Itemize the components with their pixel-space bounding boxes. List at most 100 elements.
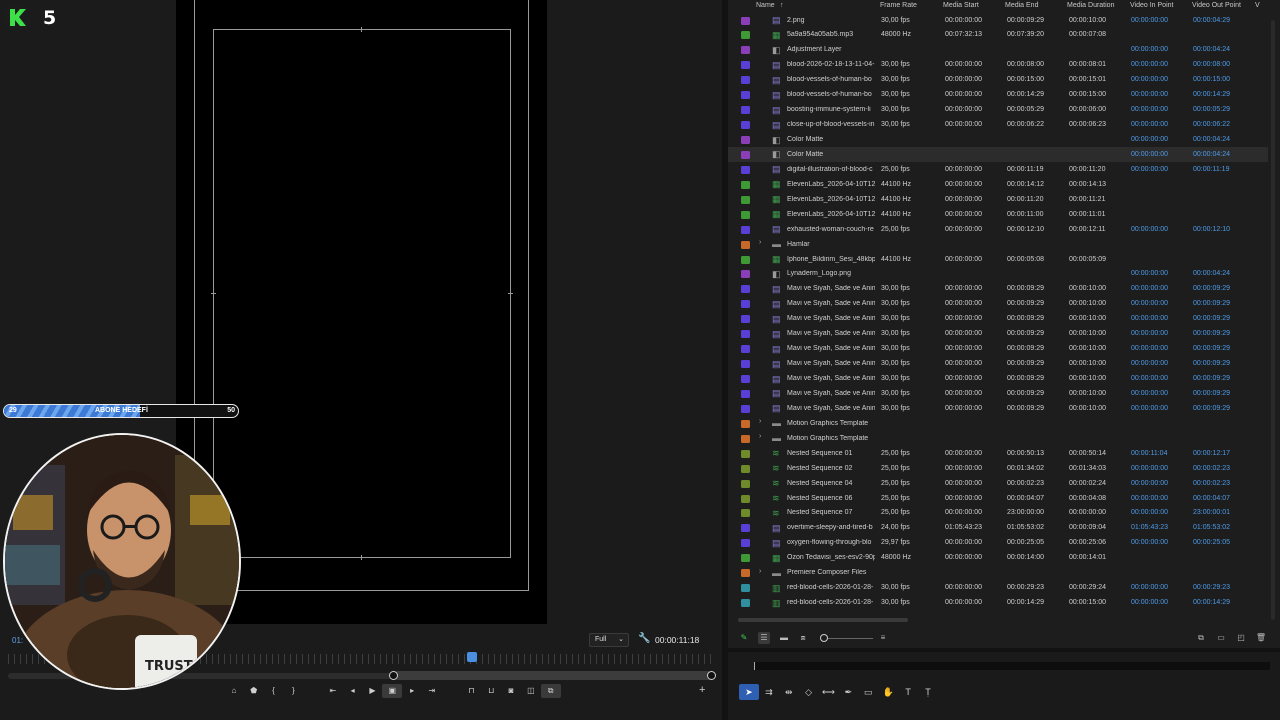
trash-icon[interactable]: 🗑 bbox=[1255, 632, 1267, 644]
label-color-swatch[interactable] bbox=[741, 554, 750, 563]
captions-icon[interactable]: Ṭ bbox=[918, 684, 938, 700]
mark-out-icon[interactable]: } bbox=[283, 684, 303, 698]
item-name[interactable]: Mavi ve Siyah, Sade ve Anim bbox=[787, 300, 875, 307]
item-name[interactable]: Nested Sequence 01 bbox=[787, 450, 875, 457]
compare-icon[interactable]: ◫ bbox=[521, 684, 541, 698]
col-media-start[interactable]: Media Start bbox=[943, 2, 979, 9]
safe-margins-icon[interactable]: ▣ bbox=[382, 684, 403, 698]
label-color-swatch[interactable] bbox=[741, 419, 750, 428]
item-name[interactable]: blood-2026-02-18-13-11-04- bbox=[787, 61, 875, 68]
track-select-icon[interactable]: ⇉ bbox=[759, 684, 779, 700]
project-row[interactable]: ◧ Color Matte 00:00:00:00 00:00:04:24 bbox=[728, 147, 1268, 163]
item-name[interactable]: Hamlar bbox=[787, 241, 875, 248]
label-color-swatch[interactable] bbox=[741, 509, 750, 518]
scrollbar-handle-right[interactable] bbox=[707, 671, 716, 680]
playhead-timecode[interactable]: 01: bbox=[12, 636, 23, 645]
label-color-swatch[interactable] bbox=[741, 121, 750, 130]
go-to-in-icon[interactable]: ⇤ bbox=[323, 684, 343, 698]
zoom-scrollbar-thumb[interactable] bbox=[393, 671, 713, 680]
label-color-swatch[interactable] bbox=[741, 150, 750, 159]
label-color-swatch[interactable] bbox=[741, 449, 750, 458]
label-color-swatch[interactable] bbox=[741, 285, 750, 294]
item-name[interactable]: Mavi ve Siyah, Sade ve Anim bbox=[787, 390, 875, 397]
timeline-playhead[interactable] bbox=[754, 662, 755, 670]
label-color-swatch[interactable] bbox=[741, 300, 750, 309]
item-name[interactable]: Mavi ve Siyah, Sade ve Anim bbox=[787, 360, 875, 367]
timeline-track[interactable] bbox=[754, 662, 1270, 670]
item-name[interactable]: Adjustment Layer bbox=[787, 46, 875, 53]
vertical-scrollbar[interactable] bbox=[1271, 20, 1275, 620]
item-name[interactable]: blood-vessels-of-human-bo bbox=[787, 76, 875, 83]
col-media-duration[interactable]: Media Duration bbox=[1067, 2, 1114, 9]
project-row[interactable]: ▦ Iphone_Bildirim_Sesi_48kbp 44100 Hz 00:00… bbox=[728, 252, 1268, 267]
item-name[interactable]: Iphone_Bildirim_Sesi_48kbp bbox=[787, 256, 875, 263]
project-row[interactable]: ◧ Color Matte 00:00:00:00 00:00:04:24 bbox=[728, 133, 1268, 148]
project-row[interactable]: ▦ ElevenLabs_2026-04-10T12 44100 Hz 00:00:0… bbox=[728, 192, 1268, 207]
label-color-swatch[interactable] bbox=[741, 315, 750, 324]
item-name[interactable]: 5a9a954a05ab5.mp3 bbox=[787, 31, 875, 38]
item-name[interactable]: Color Matte bbox=[787, 151, 875, 158]
label-color-swatch[interactable] bbox=[741, 106, 750, 115]
item-name[interactable]: Mavi ve Siyah, Sade ve Anim bbox=[787, 345, 875, 352]
chevron-right-icon[interactable]: › bbox=[759, 433, 761, 440]
project-row[interactable]: ◧ Adjustment Layer 00:00:00:00 00:00:04:24 bbox=[728, 43, 1268, 58]
label-color-swatch[interactable] bbox=[741, 180, 750, 189]
item-name[interactable]: Mavi ve Siyah, Sade ve Anim bbox=[787, 330, 875, 337]
sort-arrow-icon[interactable]: ↑ bbox=[780, 2, 784, 9]
label-color-swatch[interactable] bbox=[741, 61, 750, 70]
project-row[interactable]: › ▬ Motion Graphics Template bbox=[728, 416, 1268, 431]
item-name[interactable]: close-up-of-blood-vessels-in bbox=[787, 121, 875, 128]
item-name[interactable]: ElevenLabs_2026-04-10T12 bbox=[787, 196, 875, 203]
project-row[interactable]: ▤ Mavi ve Siyah, Sade ve Anim 30,00 fps 00:… bbox=[728, 372, 1268, 387]
zoom-level-select[interactable]: Full ⌄ bbox=[589, 633, 629, 647]
icon-view-icon[interactable]: ▬ bbox=[778, 632, 790, 644]
label-color-swatch[interactable] bbox=[741, 210, 750, 219]
item-name[interactable]: ElevenLabs_2026-04-10T12 bbox=[787, 211, 875, 218]
label-color-swatch[interactable] bbox=[741, 76, 750, 85]
type-icon[interactable]: T bbox=[898, 684, 918, 700]
new-bin-icon[interactable]: ▭ bbox=[1215, 632, 1227, 644]
project-row[interactable]: ▤ exhausted-woman-couch-re 25,00 fps 00:00:… bbox=[728, 222, 1268, 237]
item-name[interactable]: Color Matte bbox=[787, 136, 875, 143]
label-color-swatch[interactable] bbox=[741, 494, 750, 503]
item-name[interactable]: Premiere Composer Files bbox=[787, 569, 875, 576]
chevron-right-icon[interactable]: › bbox=[759, 568, 761, 575]
project-row[interactable]: ▤ Mavi ve Siyah, Sade ve Anim 30,00 fps 00:… bbox=[728, 312, 1268, 327]
item-name[interactable]: 2.png bbox=[787, 17, 875, 24]
item-name[interactable]: Nested Sequence 06 bbox=[787, 495, 875, 502]
project-row[interactable]: ▤ overtime-sleepy-and-tired-b 24,00 fps 01:… bbox=[728, 521, 1268, 536]
project-row[interactable]: › ▬ Hamlar bbox=[728, 237, 1268, 252]
col-media-end[interactable]: Media End bbox=[1005, 2, 1038, 9]
insert-icon[interactable]: ⊓ bbox=[462, 684, 482, 698]
label-color-swatch[interactable] bbox=[741, 255, 750, 264]
marker-icon[interactable]: ⬟ bbox=[244, 684, 264, 698]
item-name[interactable]: boosting-immune-system-li bbox=[787, 106, 875, 113]
overwrite-icon[interactable]: ⊔ bbox=[481, 684, 501, 698]
item-name[interactable]: Mavi ve Siyah, Sade ve Anim bbox=[787, 375, 875, 382]
project-row[interactable]: ▤ 2.png 30,00 fps 00:00:00:00 00:00:09:29 00:… bbox=[728, 13, 1268, 28]
project-row[interactable]: › ▬ Premiere Composer Files bbox=[728, 566, 1268, 581]
project-row[interactable]: ▤ oxygen-flowing-through-blo 29,97 fps 00:0… bbox=[728, 536, 1268, 551]
camera-icon[interactable]: ◙ bbox=[501, 684, 521, 698]
add-button-icon[interactable]: + bbox=[699, 684, 705, 696]
mark-in-icon[interactable]: { bbox=[264, 684, 284, 698]
project-row[interactable]: ▦ ElevenLabs_2026-04-10T12 44100 Hz 00:00:0… bbox=[728, 207, 1268, 222]
label-color-swatch[interactable] bbox=[741, 270, 750, 279]
project-row[interactable]: ≋ Nested Sequence 06 25,00 fps 00:00:00:00 0… bbox=[728, 491, 1268, 506]
label-color-swatch[interactable] bbox=[741, 345, 750, 354]
project-row[interactable]: ▤ boosting-immune-system-li 30,00 fps 00:00… bbox=[728, 103, 1268, 118]
project-row[interactable]: ≋ Nested Sequence 07 25,00 fps 00:00:00:00 2… bbox=[728, 506, 1268, 521]
item-name[interactable]: Lynaderm_Logo.png bbox=[787, 270, 875, 277]
chevron-right-icon[interactable]: › bbox=[759, 239, 761, 246]
wrench-icon[interactable]: 🔧 bbox=[638, 633, 650, 647]
export-frame-icon[interactable]: ⌂ bbox=[224, 684, 244, 698]
label-color-swatch[interactable] bbox=[741, 16, 750, 25]
item-name[interactable]: Nested Sequence 07 bbox=[787, 509, 875, 516]
sort-icon[interactable]: ≡ bbox=[877, 632, 889, 644]
step-forward-icon[interactable]: ▸ bbox=[402, 684, 422, 698]
label-color-swatch[interactable] bbox=[741, 599, 750, 608]
col-video-in[interactable]: Video In Point bbox=[1130, 2, 1173, 9]
razor-icon[interactable]: ◇ bbox=[799, 684, 819, 700]
col-video-out[interactable]: Video Out Point bbox=[1192, 2, 1241, 9]
step-back-icon[interactable]: ◂ bbox=[343, 684, 363, 698]
